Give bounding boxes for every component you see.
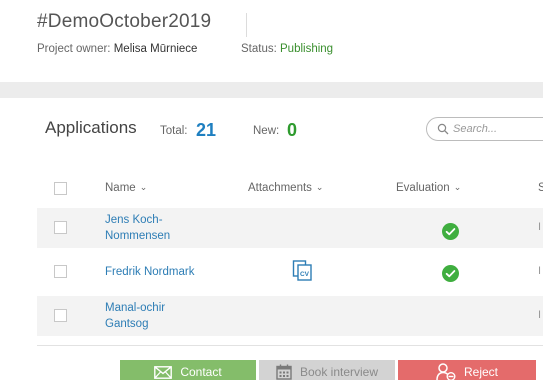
applications-title: Applications bbox=[45, 118, 137, 137]
contact-button-label: Contact bbox=[180, 365, 222, 379]
search-icon bbox=[437, 123, 449, 135]
book-interview-button[interactable]: Book interview bbox=[259, 360, 395, 380]
chevron-down-icon: ⌄ bbox=[315, 182, 324, 192]
project-status-label: Status: bbox=[241, 43, 277, 55]
applicant-name-link[interactable]: Fredrik Nordmark bbox=[105, 264, 194, 280]
user-reject-icon bbox=[436, 363, 456, 380]
project-owner-label: Project owner: bbox=[37, 43, 111, 55]
total-count[interactable]: 21 bbox=[196, 120, 216, 141]
column-header-status[interactable]: S bbox=[538, 182, 543, 194]
total-label: Total: bbox=[160, 125, 188, 137]
svg-text:CV: CV bbox=[300, 271, 310, 278]
reject-button-label: Reject bbox=[463, 365, 498, 379]
chevron-down-icon: ⌄ bbox=[139, 182, 148, 192]
row-status-text: I bbox=[538, 309, 542, 321]
table-row[interactable]: Fredrik Nordmark CV I bbox=[37, 250, 543, 294]
title-divider bbox=[246, 13, 247, 37]
chevron-down-icon: ⌄ bbox=[453, 182, 462, 192]
reject-button[interactable]: Reject bbox=[398, 360, 536, 380]
cv-document-icon[interactable]: CV bbox=[292, 260, 313, 281]
column-header-evaluation[interactable]: Evaluation ⌄ bbox=[396, 182, 461, 194]
book-interview-button-label: Book interview bbox=[299, 365, 379, 379]
new-count[interactable]: 0 bbox=[287, 120, 297, 141]
column-header-attachments-label: Attachments bbox=[248, 182, 312, 194]
applicant-name-line: Gantsog bbox=[105, 318, 149, 330]
column-header-attachments[interactable]: Attachments ⌄ bbox=[248, 182, 323, 194]
column-header-name[interactable]: Name ⌄ bbox=[105, 182, 147, 194]
row-checkbox[interactable] bbox=[54, 221, 67, 234]
applicant-name-link[interactable]: Jens Koch- Nommensen bbox=[105, 212, 170, 244]
contact-button[interactable]: Contact bbox=[120, 360, 256, 380]
table-row[interactable]: Manal-ochir Gantsog I bbox=[37, 296, 543, 336]
column-header-evaluation-label: Evaluation bbox=[396, 182, 450, 194]
check-circle-icon bbox=[442, 265, 459, 282]
project-status-value: Publishing bbox=[280, 43, 334, 55]
calendar-icon bbox=[276, 364, 292, 380]
envelope-icon bbox=[154, 365, 173, 379]
search-input[interactable] bbox=[453, 121, 543, 137]
check-circle-icon bbox=[442, 223, 459, 240]
column-header-name-label: Name bbox=[105, 182, 136, 194]
applicant-name-line: Manal-ochir bbox=[105, 302, 166, 314]
applicant-name-line: Nommensen bbox=[105, 230, 171, 242]
row-checkbox[interactable] bbox=[54, 265, 67, 278]
new-label: New: bbox=[253, 125, 280, 137]
footer-divider bbox=[37, 345, 543, 346]
applicant-name-line: Fredrik Nordmark bbox=[105, 266, 195, 278]
applicant-name-line: Jens Koch- bbox=[105, 214, 163, 226]
project-owner: Project owner: Melisa Mūrniece bbox=[37, 43, 197, 55]
applicant-name-link[interactable]: Manal-ochir Gantsog bbox=[105, 300, 165, 332]
project-owner-name: Melisa Mūrniece bbox=[113, 43, 198, 55]
project-header: #DemoOctober2019 Project owner: Melisa M… bbox=[0, 0, 543, 80]
table-row[interactable]: Jens Koch- Nommensen I bbox=[37, 208, 543, 248]
row-status-text: I bbox=[538, 265, 542, 277]
project-title: #DemoOctober2019 bbox=[37, 11, 212, 32]
select-all-checkbox[interactable] bbox=[54, 182, 67, 195]
row-status-text: I bbox=[538, 221, 542, 233]
project-status: Status: Publishing bbox=[241, 43, 333, 55]
section-divider-band bbox=[0, 82, 543, 98]
search-box[interactable] bbox=[426, 117, 543, 141]
row-checkbox[interactable] bbox=[54, 309, 67, 322]
